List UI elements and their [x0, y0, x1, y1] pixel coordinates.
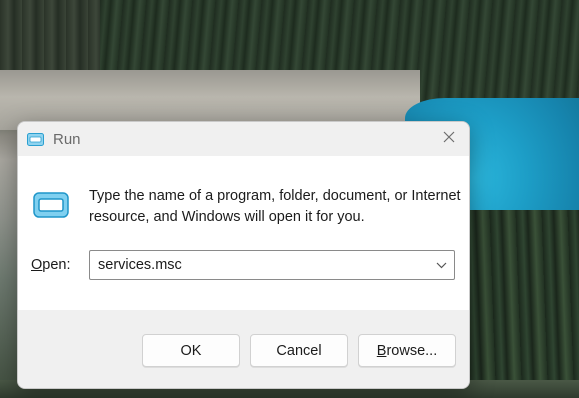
open-dropdown-button[interactable]	[428, 251, 454, 279]
close-icon	[443, 130, 455, 148]
browse-accesskey: B	[376, 342, 387, 359]
run-dialog: Run Type the name of a program, folder, …	[17, 121, 470, 389]
chevron-down-icon	[436, 256, 447, 274]
ok-button[interactable]: OK	[142, 334, 240, 367]
dialog-footer: OK Cancel Browse...	[18, 310, 469, 388]
open-label-accesskey: O	[31, 257, 43, 273]
open-input[interactable]	[90, 251, 426, 279]
open-label-text: pen:	[42, 257, 71, 273]
browse-button[interactable]: Browse...	[358, 334, 456, 367]
open-combobox[interactable]	[89, 250, 455, 280]
close-button[interactable]	[429, 122, 469, 156]
open-label: Open:	[31, 257, 71, 273]
browse-label: rowse...	[386, 342, 438, 359]
run-app-icon	[33, 192, 69, 218]
title-bar[interactable]: Run	[18, 122, 469, 156]
dialog-body: Type the name of a program, folder, docu…	[18, 156, 469, 310]
cancel-button[interactable]: Cancel	[250, 334, 348, 367]
run-icon	[27, 133, 44, 146]
dialog-title: Run	[53, 131, 81, 148]
wallpaper-trees	[470, 210, 579, 398]
dialog-description: Type the name of a program, folder, docu…	[89, 188, 461, 225]
